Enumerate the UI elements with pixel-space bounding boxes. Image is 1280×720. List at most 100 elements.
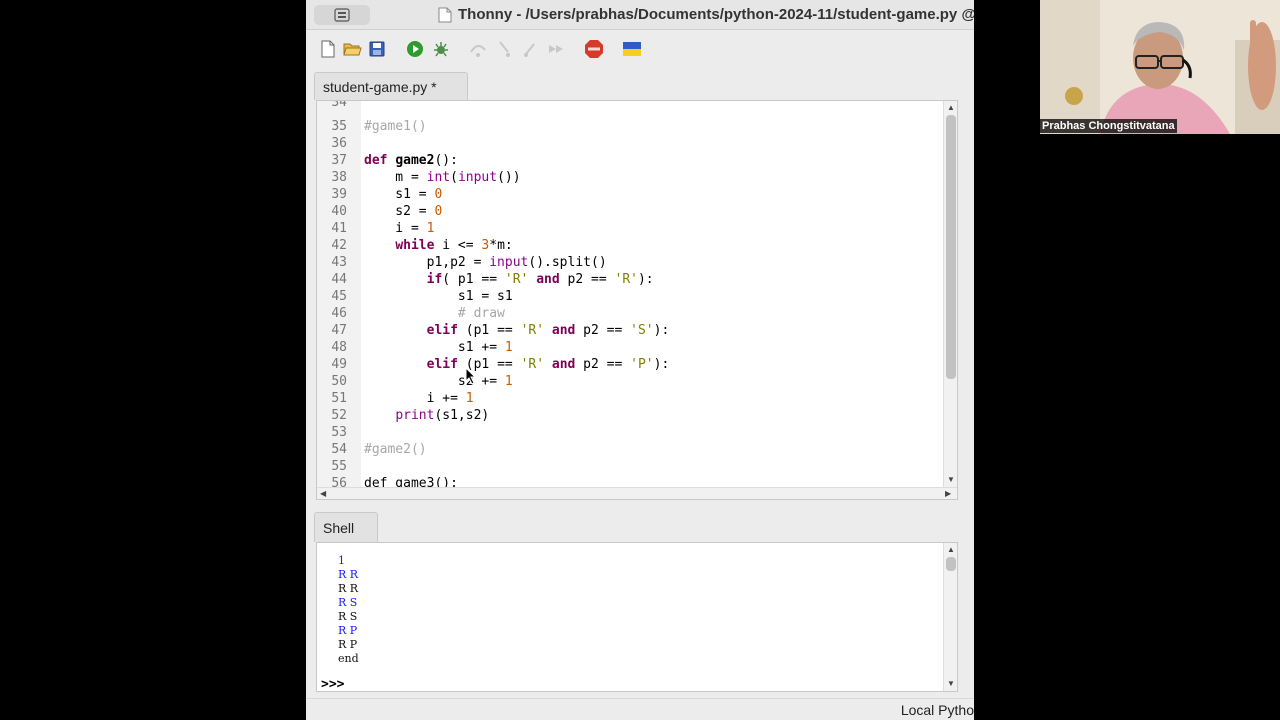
sidebar-icon — [334, 8, 350, 22]
code-line: 44 if( p1 == 'R' and p2 == 'R'): — [317, 271, 943, 288]
scroll-up-arrow-icon[interactable]: ▲ — [947, 103, 955, 112]
code-text: def game2(): — [364, 152, 458, 169]
shell-line: R R — [338, 582, 359, 595]
shell-line: 1 — [338, 554, 345, 567]
editor-horizontal-scrollbar[interactable]: ◀ ▶ — [317, 487, 957, 499]
open-file-icon[interactable] — [342, 39, 362, 59]
shell-tab-strip: Shell — [306, 512, 974, 542]
title-bar: Thonny - /Users/prabhas/Documents/python… — [306, 0, 974, 30]
code-token: s1 = — [364, 187, 435, 202]
code-text: m = int(input()) — [364, 169, 520, 186]
keyword: elif — [426, 357, 458, 372]
line-number: 56 — [331, 476, 347, 487]
code-token: p2 == — [575, 357, 631, 372]
step-out-icon[interactable] — [520, 39, 540, 59]
string: 'S' — [630, 323, 654, 338]
comment: # draw — [364, 306, 505, 321]
scrollbar-thumb[interactable] — [946, 115, 956, 379]
code-line: 35 #game1() — [317, 118, 943, 135]
keyword: and — [551, 357, 576, 372]
resume-icon[interactable] — [546, 39, 566, 59]
shell-console[interactable]: 1 R R R R R S R S R P R P end >>> ▲ ▼ — [316, 542, 958, 692]
scroll-right-arrow-icon[interactable]: ▶ — [945, 489, 951, 498]
number: 1 — [426, 221, 435, 236]
code-token: ): — [653, 323, 670, 338]
tab-label: student-game.py * — [323, 79, 437, 95]
code-line: 47 elif (p1 == 'R' and p2 == 'S'): — [317, 322, 943, 339]
toolbar — [306, 30, 974, 70]
code-line: 36 — [317, 135, 943, 152]
shell-vertical-scrollbar[interactable]: ▲ ▼ — [943, 543, 957, 691]
new-file-icon[interactable] — [318, 39, 338, 59]
code-text: #game1() — [364, 119, 427, 134]
code-text: s1 += 1 — [364, 339, 513, 356]
code-editor[interactable]: 34 35 #game1() 36 37 def game2(): 38 m = i… — [316, 100, 958, 500]
line-number: 43 — [331, 255, 347, 270]
tab-shell[interactable]: Shell — [314, 512, 378, 542]
code-line: 40 s2 = 0 — [317, 203, 943, 220]
status-bar: Local Pytho — [306, 698, 974, 720]
line-number: 47 — [331, 323, 347, 338]
code-line: 51 i += 1 — [317, 390, 943, 407]
code-token: ().split() — [528, 255, 607, 270]
line-number: 39 — [331, 187, 347, 202]
code-token: (s1,s2) — [434, 408, 490, 423]
mouse-pointer-icon — [465, 367, 477, 385]
line-number: 50 — [331, 374, 347, 389]
code-line: 56 def game3(): — [317, 475, 943, 487]
code-text: s2 = 0 — [364, 203, 442, 220]
step-over-icon[interactable] — [468, 39, 488, 59]
stop-icon[interactable] — [584, 39, 604, 59]
string: 'R' — [614, 272, 638, 287]
keyword: def — [364, 153, 388, 168]
code-token: (p1 == — [457, 323, 521, 338]
line-number: 45 — [331, 289, 347, 304]
scroll-up-arrow-icon[interactable]: ▲ — [947, 545, 955, 554]
editor-vertical-scrollbar[interactable]: ▲ ▼ — [943, 101, 957, 487]
line-number: 46 — [331, 306, 347, 321]
builtin: input — [457, 170, 498, 185]
thonny-window: Thonny - /Users/prabhas/Documents/python… — [306, 0, 974, 720]
ukraine-flag-icon[interactable] — [622, 39, 642, 59]
save-icon[interactable] — [367, 39, 387, 59]
window-title: Thonny - /Users/prabhas/Documents/python… — [458, 6, 974, 23]
code-token: ( p1 == — [442, 272, 505, 287]
code-area[interactable]: 34 35 #game1() 36 37 def game2(): 38 m = i… — [317, 101, 943, 487]
line-number: 53 — [331, 425, 347, 440]
code-text: elif (p1 == 'R' and p2 == 'S'): — [364, 322, 670, 339]
tab-student-game[interactable]: student-game.py * — [314, 72, 468, 100]
scroll-left-arrow-icon[interactable]: ◀ — [320, 489, 326, 498]
number: 0 — [434, 187, 443, 202]
scroll-down-arrow-icon[interactable]: ▼ — [947, 475, 955, 484]
code-line: 54 #game2() — [317, 441, 943, 458]
builtin: int — [426, 170, 451, 185]
comment: #game2() — [364, 442, 427, 457]
sidebar-toggle-button[interactable] — [314, 5, 370, 25]
scrollbar-thumb[interactable] — [946, 557, 956, 571]
debug-icon[interactable] — [431, 39, 451, 59]
code-token: p1,p2 = — [364, 255, 490, 270]
code-token: ): — [637, 272, 654, 287]
code-token: m = — [364, 170, 427, 185]
number: 1 — [504, 374, 513, 389]
line-number: 40 — [331, 204, 347, 219]
scroll-down-arrow-icon[interactable]: ▼ — [947, 679, 955, 688]
builtin: print — [395, 408, 435, 423]
presenter-video-image — [1040, 0, 1280, 134]
code-token: i <= — [434, 238, 482, 253]
line-number: 48 — [331, 340, 347, 355]
step-into-icon[interactable] — [494, 39, 514, 59]
code-token: ): — [653, 357, 670, 372]
code-line: 42 while i <= 3*m: — [317, 237, 943, 254]
line-number: 34 — [331, 101, 347, 110]
code-token: p2 == — [575, 323, 631, 338]
code-text: s2 += 1 — [364, 373, 513, 390]
shell-tab-label: Shell — [323, 520, 355, 536]
line-number: 49 — [331, 357, 347, 372]
shell-prompt[interactable]: >>> — [321, 677, 344, 691]
run-icon[interactable] — [405, 39, 425, 59]
string: 'R' — [520, 357, 545, 372]
string: 'R' — [504, 272, 529, 287]
line-number: 41 — [331, 221, 347, 236]
interpreter-status[interactable]: Local Pytho — [901, 702, 974, 718]
